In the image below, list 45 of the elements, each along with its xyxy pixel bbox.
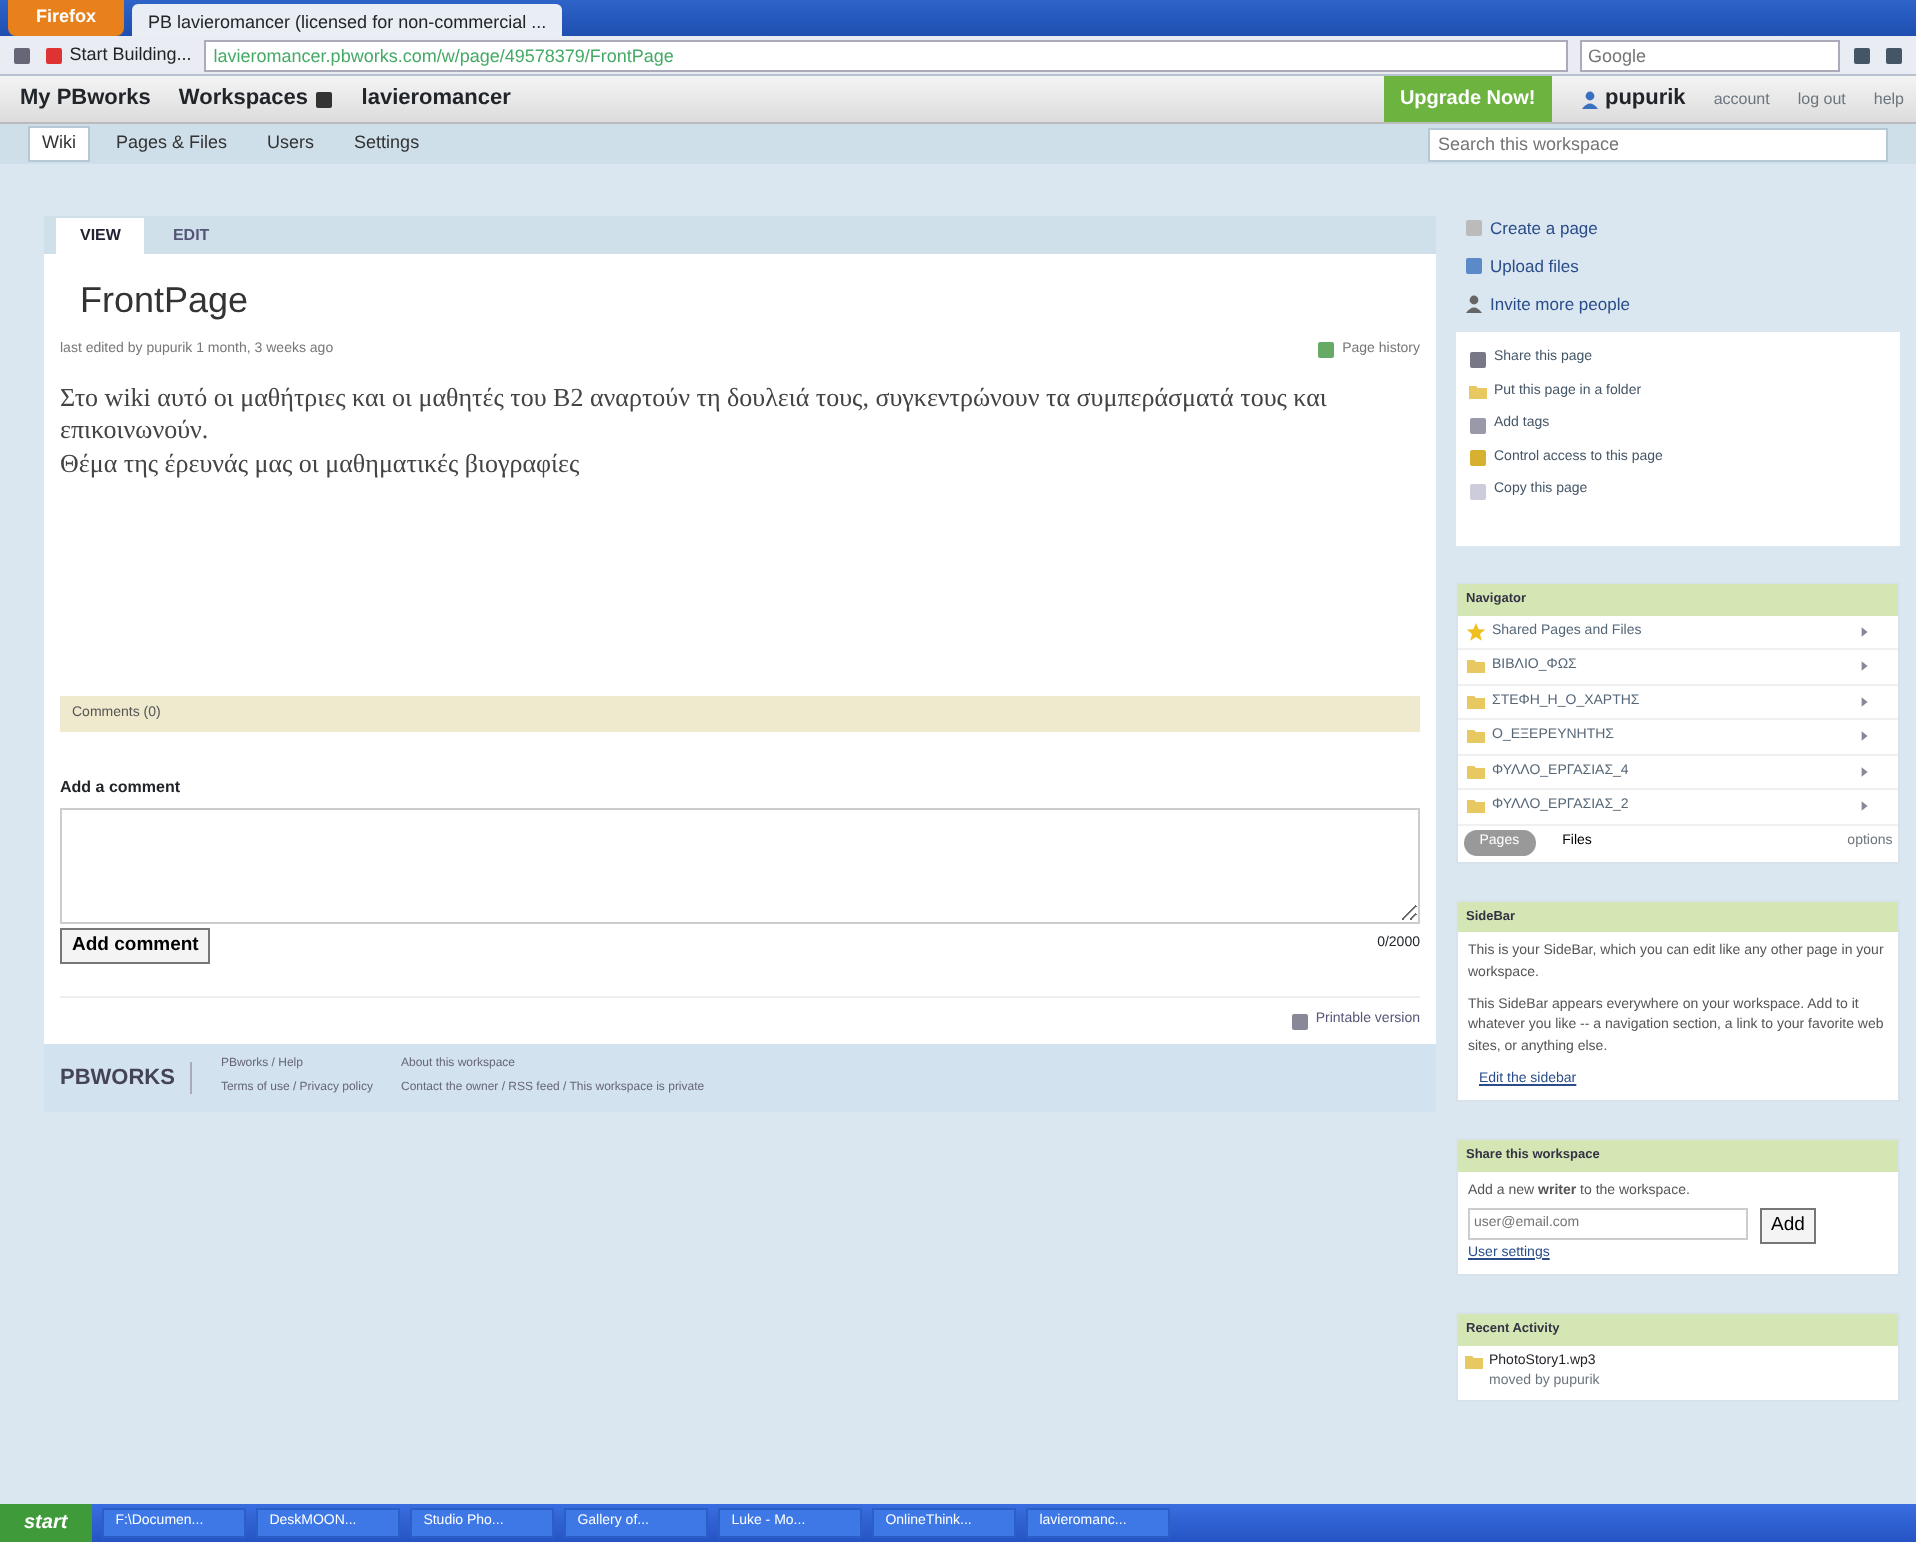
comment-label: Add a comment <box>60 776 183 800</box>
body-text: Στο wiki αυτό οι μαθήτριες και οι μαθητές του Β2 αναρτούν τη δουλειά τους, συγκεντρώνουν τα συμπεράσματά τους και επικοινωνούν. <box>60 381 1329 449</box>
folder-icon <box>1466 691 1486 712</box>
page-tab[interactable]: VIEW <box>56 218 145 254</box>
folder-icon <box>1468 382 1488 402</box>
browser-tab[interactable]: PB lavieromancer (licensed for non-commercial ... <box>132 4 563 36</box>
arrow-icon <box>1858 625 1870 638</box>
arrow-icon <box>1858 800 1870 813</box>
footer-logo: PBWORKS <box>60 1061 193 1094</box>
page-tab[interactable]: EDIT <box>148 218 234 254</box>
nav-tab[interactable]: Pages & Files <box>102 126 242 162</box>
workspaces-menu[interactable]: Workspaces <box>178 82 334 116</box>
top-link[interactable]: log out <box>1797 87 1846 111</box>
start-button[interactable]: start <box>0 1504 92 1542</box>
comment-field[interactable] <box>60 808 1420 924</box>
arrow-icon <box>1858 660 1870 673</box>
body-text: Θέμα της έρευνάς μας οι μαθηματικές βιογραφίες <box>60 448 582 483</box>
page-title: FrontPage <box>80 278 251 324</box>
nav-tab[interactable]: Settings <box>340 126 434 162</box>
top-link[interactable]: help <box>1873 87 1904 111</box>
username-link[interactable]: pupurik <box>1604 82 1686 116</box>
top-link[interactable]: account <box>1713 87 1770 111</box>
arrow-icon <box>1858 695 1870 708</box>
folder-icon <box>1466 761 1486 782</box>
action-link[interactable]: Upload files <box>1490 253 1579 279</box>
arrow-icon <box>1858 765 1870 778</box>
workspace-name[interactable]: lavieromancer <box>361 82 511 116</box>
user-icon <box>1579 89 1600 109</box>
nav-tab[interactable]: Wiki <box>28 126 90 162</box>
folder-icon <box>1463 1351 1484 1372</box>
arrow-icon <box>1858 730 1870 743</box>
bookmark-link[interactable]: Start Building... <box>69 41 192 69</box>
my-pbworks-link[interactable]: My PBworks <box>20 82 151 116</box>
folder-icon <box>1466 726 1486 747</box>
star-icon <box>1466 621 1486 642</box>
folder-icon <box>1466 656 1486 677</box>
people-icon <box>1464 293 1484 314</box>
action-link[interactable]: Create a page <box>1490 216 1598 242</box>
workspace-search-field[interactable]: Search this workspace <box>1428 127 1888 161</box>
nav-tab[interactable]: Users <box>253 126 329 162</box>
add-button[interactable]: Add <box>1759 1207 1817 1244</box>
add-comment-button[interactable]: Add comment <box>60 928 211 965</box>
search-field[interactable]: Google <box>1580 39 1840 71</box>
folder-icon <box>1466 796 1486 817</box>
action-link[interactable]: Invite more people <box>1490 291 1630 317</box>
